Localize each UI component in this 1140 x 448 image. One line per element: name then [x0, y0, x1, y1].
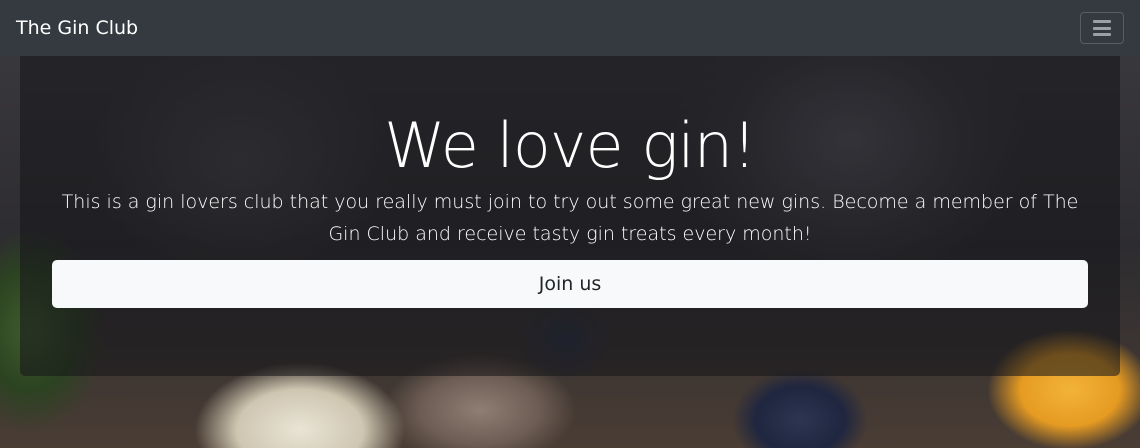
- hero-jumbotron: We love gin! This is a gin lovers club t…: [20, 56, 1120, 376]
- join-us-button[interactable]: Join us: [52, 260, 1088, 308]
- hero-headline: We love gin!: [384, 109, 757, 182]
- brand-link[interactable]: The Gin Club: [16, 17, 138, 39]
- navbar-toggler-button[interactable]: [1080, 12, 1124, 44]
- navbar: The Gin Club: [0, 0, 1140, 56]
- hamburger-menu-icon: [1093, 20, 1111, 36]
- hero-lead-text: This is a gin lovers club that you reall…: [61, 191, 1079, 245]
